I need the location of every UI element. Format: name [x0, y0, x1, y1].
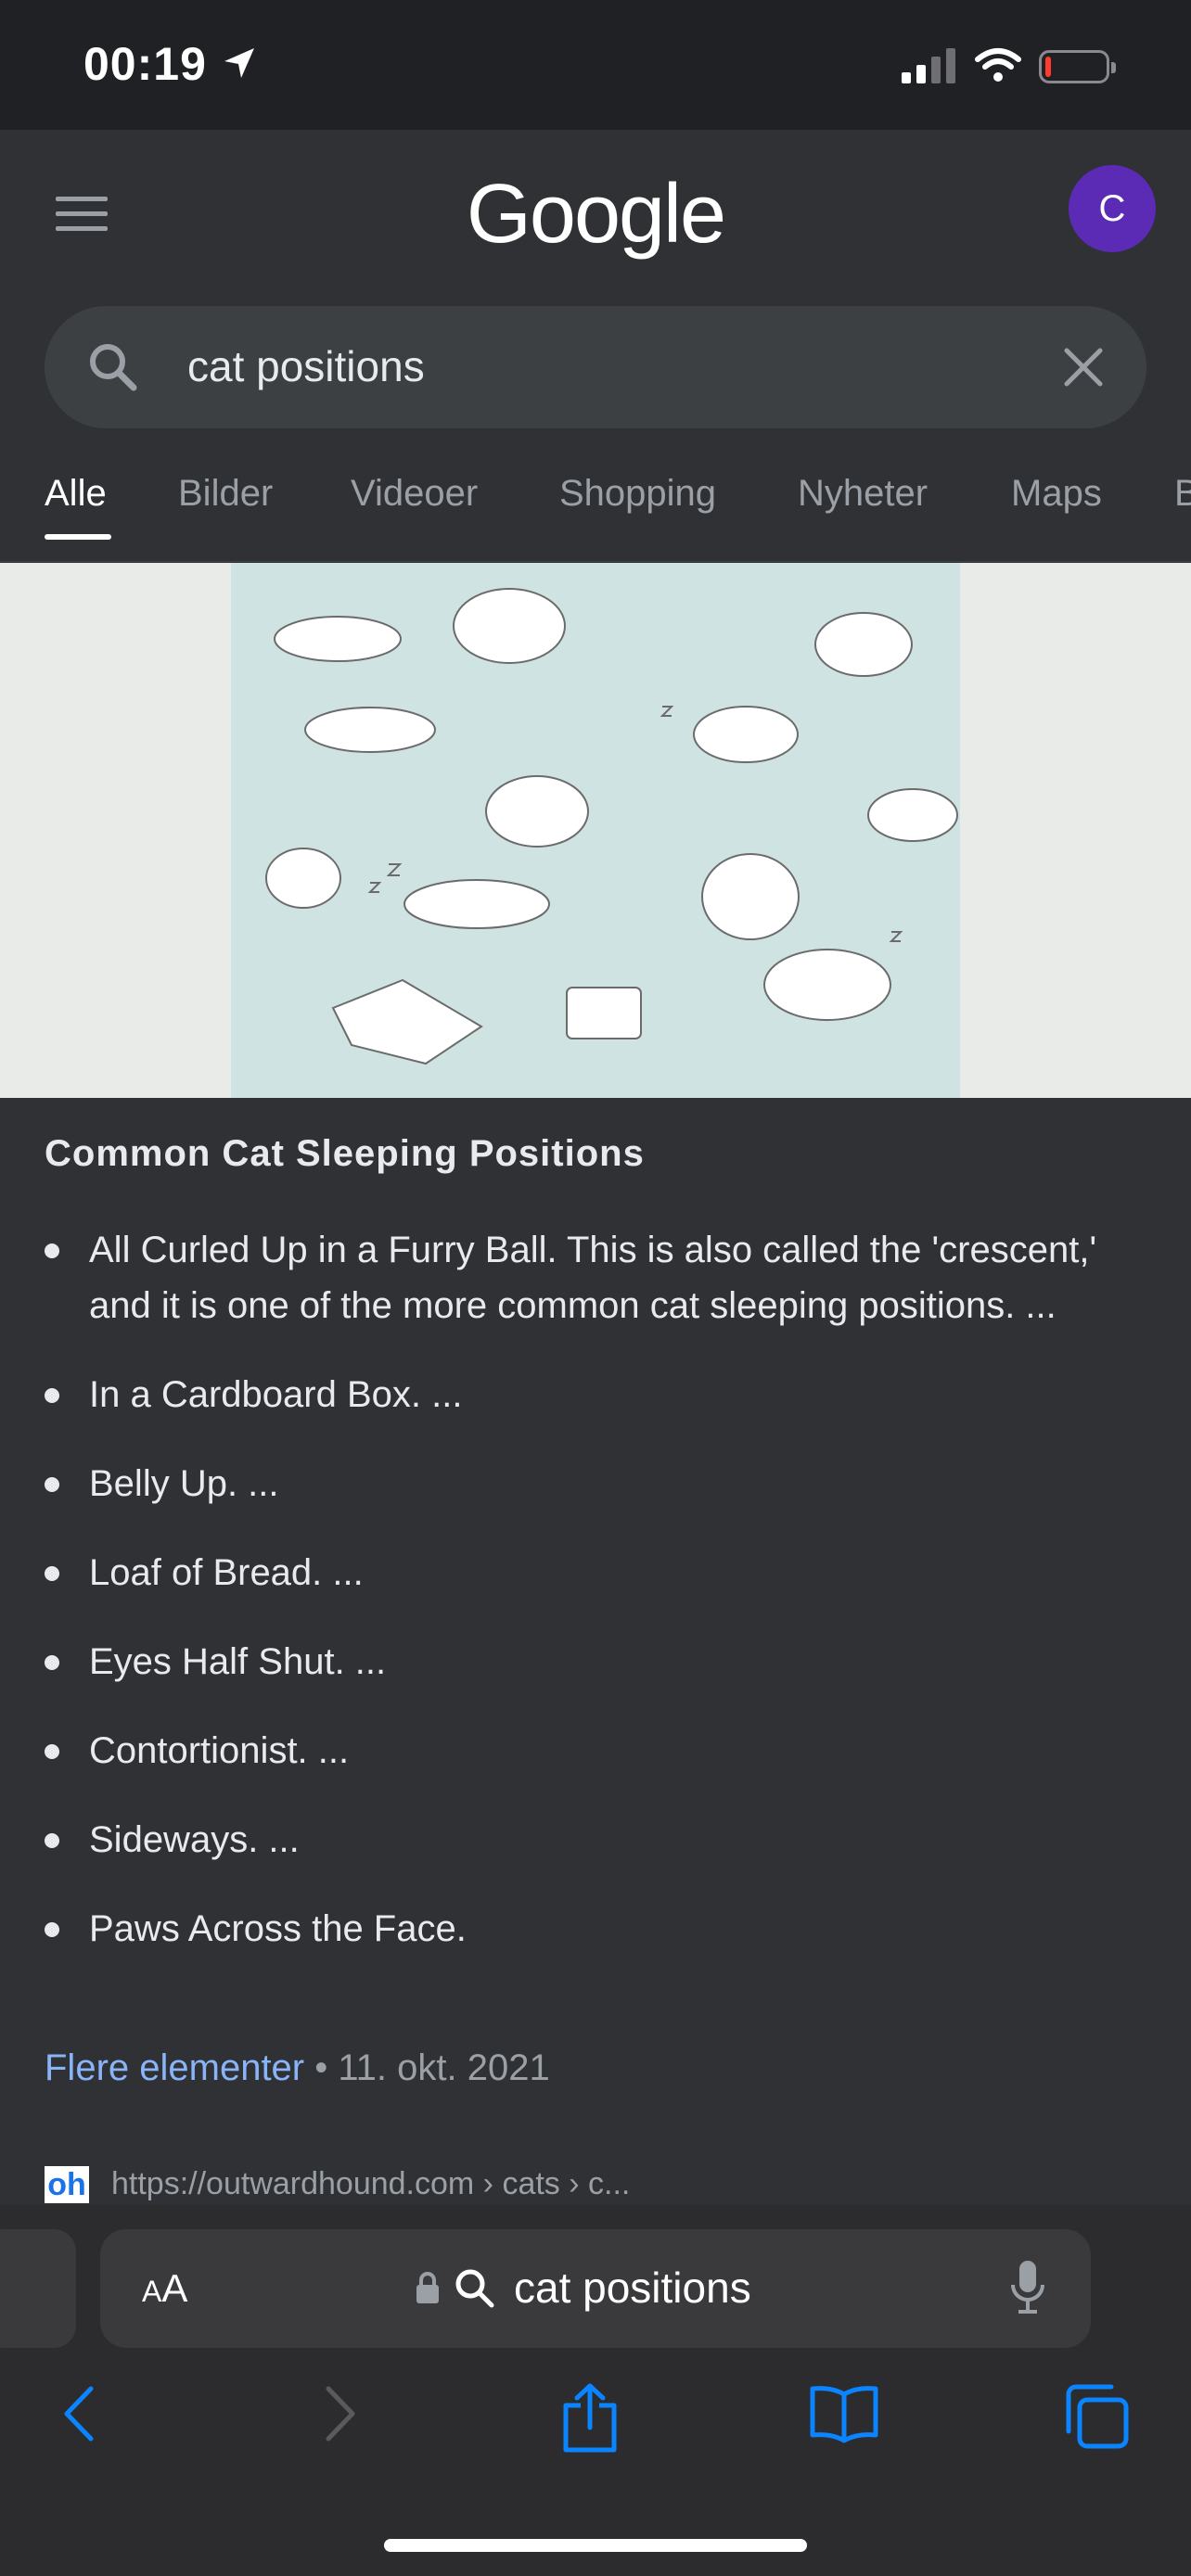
browser-toolbar	[0, 2383, 1191, 2457]
location-arrow-icon	[224, 48, 254, 78]
cat-sleeping-illustration[interactable]	[231, 563, 960, 1098]
reader-settings-button[interactable]: AA	[142, 2266, 187, 2311]
aa-large: A	[161, 2266, 188, 2310]
result-date: 11. okt. 2021	[338, 2047, 550, 2088]
tabs-icon[interactable]	[1063, 2383, 1130, 2450]
search-icon	[455, 2269, 494, 2308]
list-item: Loaf of Bread. ...	[45, 1545, 1148, 1600]
active-tab-indicator	[45, 534, 111, 540]
result-title: Common Cat Sleeping Positions	[45, 1133, 645, 1174]
tab-bilder[interactable]: Bilder	[178, 473, 273, 515]
microphone-icon[interactable]	[1009, 2259, 1046, 2316]
tab-shopping[interactable]: Shopping	[559, 473, 716, 515]
list-item: Sideways. ...	[45, 1812, 1148, 1868]
list-item: Paws Across the Face.	[45, 1901, 1148, 1957]
signal-icon	[902, 48, 955, 83]
lock-icon	[416, 2272, 439, 2303]
home-indicator[interactable]	[384, 2539, 807, 2552]
address-bar[interactable]: AA cat positions	[100, 2229, 1091, 2348]
search-tabs: Alle Bilder Videoer Shopping Nyheter Map…	[0, 473, 1191, 562]
search-query[interactable]: cat positions	[187, 341, 425, 391]
site-favicon: oh	[45, 2166, 89, 2203]
status-bar: 00:19	[0, 0, 1191, 130]
share-icon[interactable]	[560, 2383, 620, 2454]
more-row: Flere elementer • 11. okt. 2021	[45, 2047, 550, 2089]
back-icon[interactable]	[59, 2383, 100, 2444]
battery-low-icon	[1039, 50, 1116, 83]
bookmarks-icon[interactable]	[809, 2383, 879, 2444]
previous-tab-peek[interactable]	[0, 2229, 76, 2348]
more-items-link[interactable]: Flere elementer	[45, 2047, 304, 2088]
tab-alle[interactable]: Alle	[45, 473, 107, 515]
list-item: Contortionist. ...	[45, 1723, 1148, 1779]
tab-maps[interactable]: Maps	[1011, 473, 1102, 515]
close-icon[interactable]	[1061, 345, 1106, 389]
wifi-icon	[975, 48, 1021, 82]
status-time: 00:19	[83, 38, 207, 90]
list-item: Belly Up. ...	[45, 1456, 1148, 1511]
list-item: In a Cardboard Box. ...	[45, 1367, 1148, 1422]
tab-videoer[interactable]: Videoer	[351, 473, 478, 515]
list-item: Eyes Half Shut. ...	[45, 1634, 1148, 1690]
forward-icon[interactable]	[319, 2383, 360, 2444]
tab-more[interactable]: B	[1174, 473, 1191, 515]
list-item: All Curled Up in a Furry Ball. This is a…	[45, 1222, 1148, 1333]
avatar[interactable]: C	[1069, 165, 1156, 252]
search-icon	[90, 344, 137, 391]
source-url[interactable]: https://outwardhound.com › cats › c...	[111, 2166, 630, 2202]
result-list: All Curled Up in a Furry Ball. This is a…	[45, 1222, 1148, 1990]
tab-nyheter[interactable]: Nyheter	[798, 473, 928, 515]
separator-dot: •	[314, 2047, 328, 2088]
cat-sketches	[265, 588, 958, 1065]
address-text[interactable]: cat positions	[514, 2263, 751, 2313]
aa-small: A	[142, 2275, 162, 2308]
search-input[interactable]: cat positions	[45, 306, 1146, 428]
google-logo[interactable]: Google	[0, 167, 1191, 262]
